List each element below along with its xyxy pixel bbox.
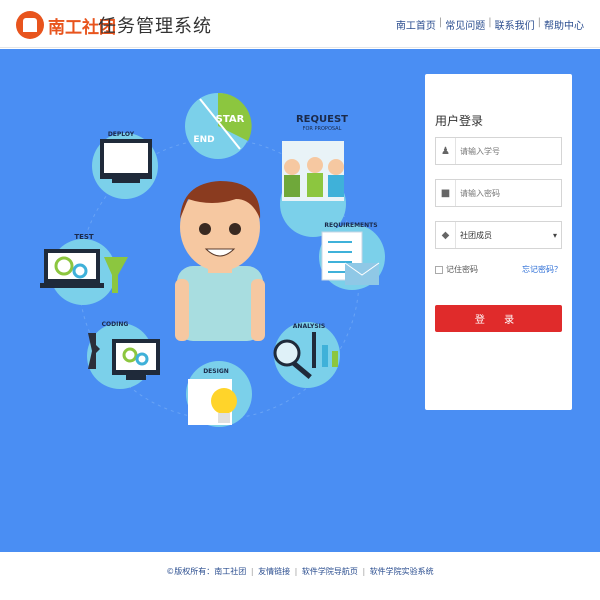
tag-icon: ◆ [436, 222, 456, 248]
label-star: STAR [216, 114, 245, 125]
test-icon: TEST [40, 233, 128, 305]
role-select-value: 社团成员 [460, 230, 492, 240]
deploy-icon: DEPLOY [92, 131, 158, 199]
username-field: ♟ [435, 137, 562, 165]
analysis-icon: ANALYSIS [273, 322, 340, 388]
footer-separator: | [250, 567, 254, 576]
password-input[interactable] [456, 181, 556, 205]
footer-link-lab[interactable]: 软件学院实验系统 [370, 567, 434, 576]
label-requirements: REQUIREMENTS [324, 222, 377, 229]
remember-checkbox[interactable] [435, 265, 443, 274]
main-banner: STAR END REQUEST FOR PROPOSAL DEPLOY REQ… [0, 49, 600, 552]
nav-link-home[interactable]: 南工首页 [396, 17, 436, 32]
label-design: DESIGN [203, 368, 229, 375]
footer-separator: | [294, 567, 298, 576]
footer-separator: | [362, 567, 366, 576]
nav-separator: | [488, 17, 492, 28]
label-deploy: DEPLOY [108, 131, 135, 138]
lock-icon: ■ [436, 180, 456, 206]
username-input[interactable] [456, 139, 556, 163]
header: 南工社团 任务管理系统 南工首页 | 常见问题 | 联系我们 | 帮助中心 [0, 0, 600, 48]
label-test: TEST [74, 233, 94, 241]
login-button[interactable]: 登 录 [435, 305, 562, 332]
remember-label: 记住密码 [446, 265, 478, 274]
label-request-sub: FOR PROPOSAL [303, 126, 342, 132]
chevron-down-icon: ▾ [552, 230, 557, 240]
remember-password[interactable]: 记住密码 [435, 264, 478, 275]
nav-link-faq[interactable]: 常见问题 [445, 17, 485, 32]
label-end: END [193, 135, 214, 145]
nav-separator: | [438, 17, 443, 28]
login-title: 用户登录 [435, 114, 484, 128]
boy-character [175, 181, 265, 341]
system-title: 任务管理系统 [98, 16, 212, 37]
footer-link-friends[interactable]: 友情链接 [258, 567, 290, 576]
forgot-password-link[interactable]: 忘记密码？ [522, 264, 562, 275]
password-field: ■ [435, 179, 562, 207]
nav-link-help[interactable]: 帮助中心 [544, 17, 584, 32]
logo-icon [16, 11, 44, 39]
label-analysis: ANALYSIS [293, 323, 325, 330]
nav-link-contact[interactable]: 联系我们 [495, 17, 535, 32]
copyright-text: ©版权所有：南工社团 [166, 567, 247, 576]
role-select[interactable]: ◆ 社团成员 ▾ [435, 221, 562, 249]
requirements-icon: REQUIREMENTS [319, 222, 385, 290]
design-icon: DESIGN [186, 361, 252, 427]
footer-link-nav[interactable]: 软件学院导航页 [302, 567, 358, 576]
coding-icon: CODING [87, 321, 160, 389]
nav-separator: | [537, 17, 541, 28]
user-icon: ♟ [436, 138, 456, 164]
label-coding: CODING [102, 321, 129, 328]
top-nav: 南工首页 | 常见问题 | 联系我们 | 帮助中心 [396, 17, 584, 32]
start-end-icon: STAR END [185, 92, 252, 159]
request-proposal-icon: REQUEST FOR PROPOSAL [280, 114, 348, 237]
login-panel: 用户登录 ♟ ■ ◆ 社团成员 ▾ 记住密码 忘记密码？ 登 录 [425, 74, 572, 410]
footer: ©版权所有：南工社团 | 友情链接 | 软件学院导航页 | 软件学院实验系统 [0, 552, 600, 600]
label-request: REQUEST [296, 114, 348, 125]
